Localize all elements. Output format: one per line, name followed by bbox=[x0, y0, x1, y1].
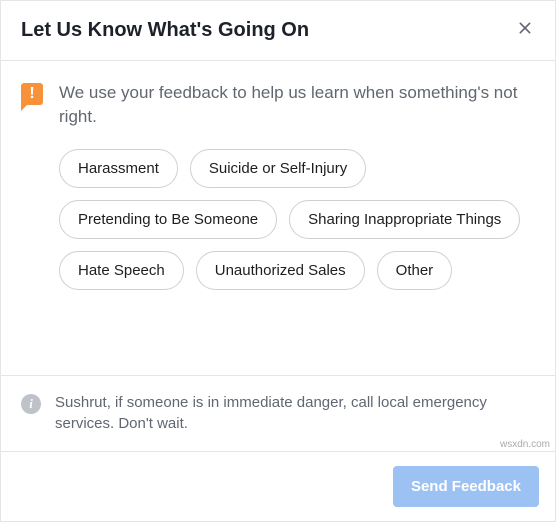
dialog-body: ! We use your feedback to help us learn … bbox=[1, 61, 555, 375]
option-other[interactable]: Other bbox=[377, 251, 453, 290]
option-sharing-inappropriate[interactable]: Sharing Inappropriate Things bbox=[289, 200, 520, 239]
option-suicide-self-injury[interactable]: Suicide or Self-Injury bbox=[190, 149, 366, 188]
option-pretending[interactable]: Pretending to Be Someone bbox=[59, 200, 277, 239]
dialog-title: Let Us Know What's Going On bbox=[21, 19, 309, 42]
option-harassment[interactable]: Harassment bbox=[59, 149, 178, 188]
emergency-notice: i Sushrut, if someone is in immediate da… bbox=[1, 375, 555, 453]
close-button[interactable] bbox=[515, 21, 535, 41]
intro-text: We use your feedback to help us learn wh… bbox=[59, 81, 535, 129]
option-hate-speech[interactable]: Hate Speech bbox=[59, 251, 184, 290]
dialog-header: Let Us Know What's Going On bbox=[1, 1, 555, 61]
report-dialog: Let Us Know What's Going On ! We use you… bbox=[0, 0, 556, 522]
send-feedback-button[interactable]: Send Feedback bbox=[393, 466, 539, 507]
intro-row: ! We use your feedback to help us learn … bbox=[21, 81, 535, 129]
watermark: wsxdn.com bbox=[500, 439, 550, 450]
dialog-footer: Send Feedback bbox=[1, 452, 555, 521]
alert-icon: ! bbox=[21, 83, 45, 107]
close-icon bbox=[517, 20, 533, 41]
option-unauthorized-sales[interactable]: Unauthorized Sales bbox=[196, 251, 365, 290]
report-options: Harassment Suicide or Self-Injury Preten… bbox=[21, 149, 535, 330]
info-icon: i bbox=[21, 394, 41, 414]
notice-text: Sushrut, if someone is in immediate dang… bbox=[55, 392, 535, 436]
